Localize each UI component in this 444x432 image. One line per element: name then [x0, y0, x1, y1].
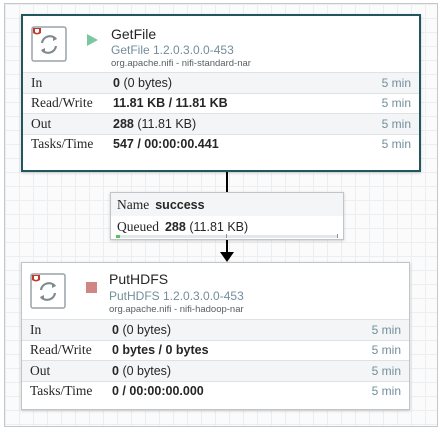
stat-period: 5 min	[381, 116, 411, 131]
connection-label[interactable]: Name success Queued 288 (11.81 KB)	[110, 192, 344, 240]
queue-progress-bar	[116, 234, 338, 238]
processor-cycle-icon	[30, 273, 66, 309]
stat-row-out: Out 288 (11.81 KB) 5 min	[23, 113, 419, 134]
processor-name: PutHDFS	[109, 271, 169, 287]
stat-period: 5 min	[381, 137, 411, 152]
connection-queued-value: 288 (11.81 KB)	[164, 220, 249, 234]
stat-period: 5 min	[381, 75, 411, 90]
play-icon	[86, 33, 98, 51]
processor-stats: In 0 (0 bytes) 5 min Read/Write 11.81 KB…	[23, 72, 419, 154]
connection-line[interactable]	[226, 172, 228, 192]
processor-cycle-icon	[31, 26, 67, 62]
processor-puthdfs[interactable]: PutHDFS PutHDFS 1.2.0.3.0.0-453 org.apac…	[21, 262, 410, 410]
stat-label: Out	[30, 362, 51, 378]
stat-row-in: In 0 (0 bytes) 5 min	[22, 319, 409, 340]
stat-value: 0 bytes / 0 bytes	[112, 343, 209, 358]
processor-bundle: org.apache.nifi - nifi-hadoop-nar	[109, 304, 244, 315]
connection-name-key: Name	[117, 196, 150, 212]
stat-period: 5 min	[371, 343, 401, 358]
processor-type: GetFile 1.2.0.3.0.0-453	[111, 43, 234, 57]
queue-tick	[337, 234, 338, 238]
stat-value: 288 (11.81 KB)	[113, 116, 197, 131]
stat-label: In	[31, 74, 43, 90]
stop-icon	[86, 280, 97, 298]
stat-period: 5 min	[371, 384, 401, 399]
queue-progress-fill	[116, 235, 121, 238]
stat-period: 5 min	[371, 363, 401, 378]
stat-row-read-write: Read/Write 0 bytes / 0 bytes 5 min	[22, 339, 409, 360]
processor-getfile[interactable]: GetFile GetFile 1.2.0.3.0.0-453 org.apac…	[21, 14, 421, 172]
stat-value: 0 (0 bytes)	[112, 322, 172, 337]
stat-label: Read/Write	[31, 95, 93, 111]
stat-label: Read/Write	[30, 342, 92, 358]
stat-label: Out	[31, 115, 52, 131]
stat-period: 5 min	[381, 96, 411, 111]
stat-label: Tasks/Time	[30, 383, 93, 399]
stat-row-tasks-time: Tasks/Time 547 / 00:00:00.441 5 min	[23, 133, 419, 154]
processor-stats: In 0 (0 bytes) 5 min Read/Write 0 bytes …	[22, 319, 409, 401]
stat-label: In	[30, 321, 42, 337]
processor-bundle: org.apache.nifi - nifi-standard-nar	[111, 58, 251, 69]
stat-row-out: Out 0 (0 bytes) 5 min	[22, 360, 409, 381]
stat-value: 0 (0 bytes)	[113, 75, 173, 90]
processor-header: PutHDFS PutHDFS 1.2.0.3.0.0-453 org.apac…	[22, 263, 409, 319]
stat-value: 547 / 00:00:00.441	[113, 137, 219, 152]
connection-line[interactable]	[226, 240, 228, 252]
stat-value: 0 / 00:00:00.000	[112, 384, 204, 399]
processor-header: GetFile GetFile 1.2.0.3.0.0-453 org.apac…	[23, 16, 419, 72]
processor-type: PutHDFS 1.2.0.3.0.0-453	[109, 289, 244, 303]
arrow-down-icon	[220, 252, 234, 262]
stat-row-read-write: Read/Write 11.81 KB / 11.81 KB 5 min	[23, 92, 419, 113]
stat-row-tasks-time: Tasks/Time 0 / 00:00:00.000 5 min	[22, 380, 409, 401]
stat-value: 0 (0 bytes)	[112, 363, 172, 378]
stat-value: 11.81 KB / 11.81 KB	[113, 96, 228, 111]
connection-name: success	[155, 197, 205, 212]
stat-row-in: In 0 (0 bytes) 5 min	[23, 72, 419, 93]
connection-queued-key: Queued	[117, 219, 159, 234]
processor-name: GetFile	[111, 26, 157, 42]
queue-tick	[226, 234, 227, 238]
connection-name-row: Name success	[111, 193, 343, 216]
stat-label: Tasks/Time	[31, 136, 94, 152]
stat-period: 5 min	[371, 322, 401, 337]
